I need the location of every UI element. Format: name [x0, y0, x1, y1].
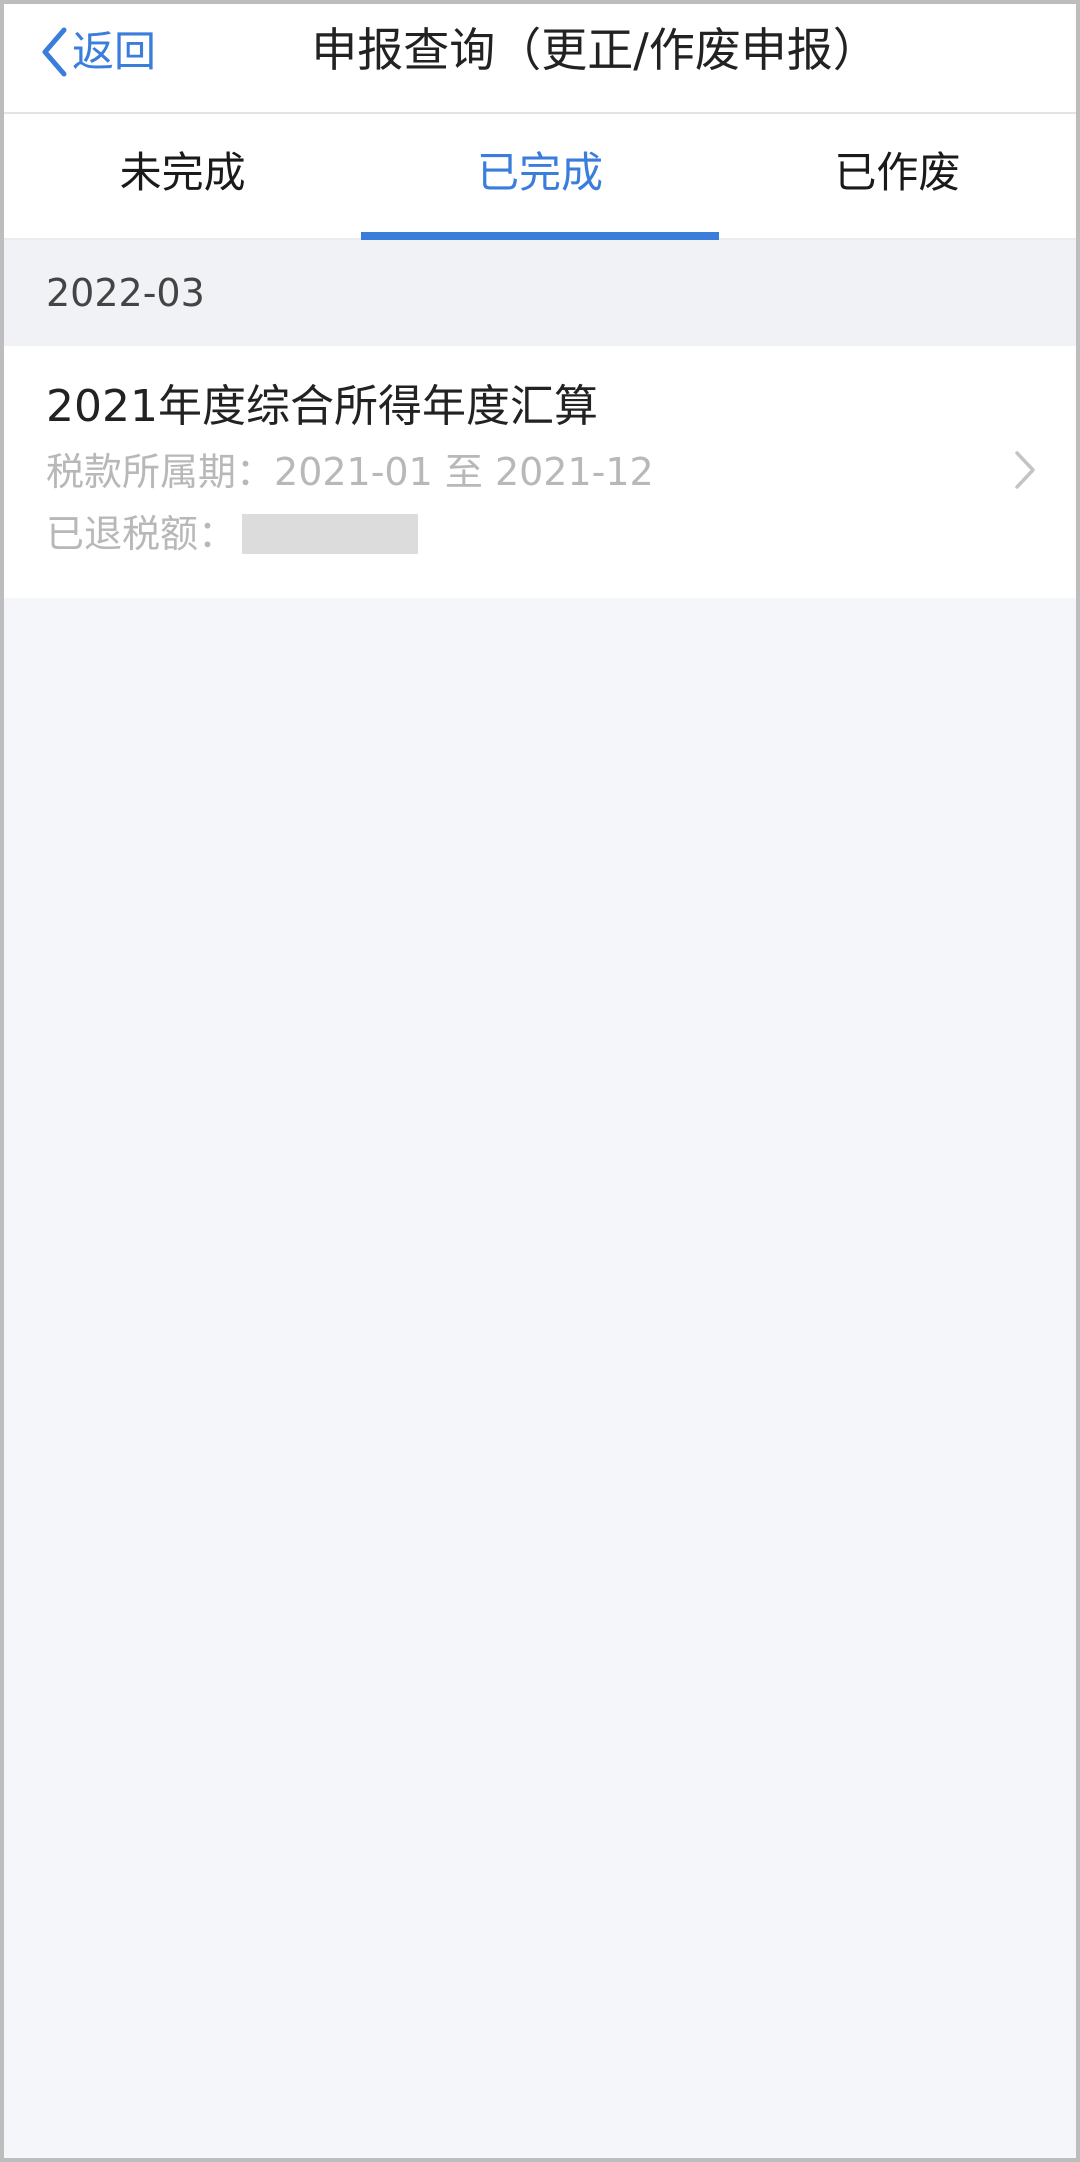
declaration-title: 2021年度综合所得年度汇算: [46, 381, 598, 432]
tab-label: 未完成: [119, 148, 246, 197]
tax-period-label: 税款所属期：: [46, 450, 275, 494]
nav-header: 返回 申报查询（更正/作废申报）: [4, 4, 1076, 114]
app-screen: 返回 申报查询（更正/作废申报） 未完成 已完成 已作废 2022-03 202…: [0, 0, 1080, 2162]
refund-label: 已退税额：: [46, 512, 237, 556]
declaration-list-item[interactable]: 2021年度综合所得年度汇算 税款所属期：2021-01 至 2021-12 已…: [4, 346, 1076, 598]
month-section-header: 2022-03: [4, 240, 1076, 346]
tab-voided[interactable]: 已作废: [719, 114, 1076, 238]
tab-label: 已作废: [834, 148, 961, 197]
tax-period: 税款所属期：2021-01 至 2021-12: [46, 444, 654, 500]
tab-incomplete[interactable]: 未完成: [4, 114, 361, 238]
tax-period-value: 2021-01 至 2021-12: [274, 450, 654, 494]
tab-label: 已完成: [476, 148, 603, 197]
chevron-right-icon: [1014, 450, 1036, 490]
active-tab-indicator: [361, 232, 719, 240]
page-title: 申报查询（更正/作废申报）: [311, 23, 879, 77]
refund-amount: 已退税额：: [46, 506, 419, 562]
redacted-amount: [242, 514, 419, 554]
tab-bar: 未完成 已完成 已作废: [4, 114, 1076, 240]
tab-completed[interactable]: 已完成: [361, 114, 719, 240]
